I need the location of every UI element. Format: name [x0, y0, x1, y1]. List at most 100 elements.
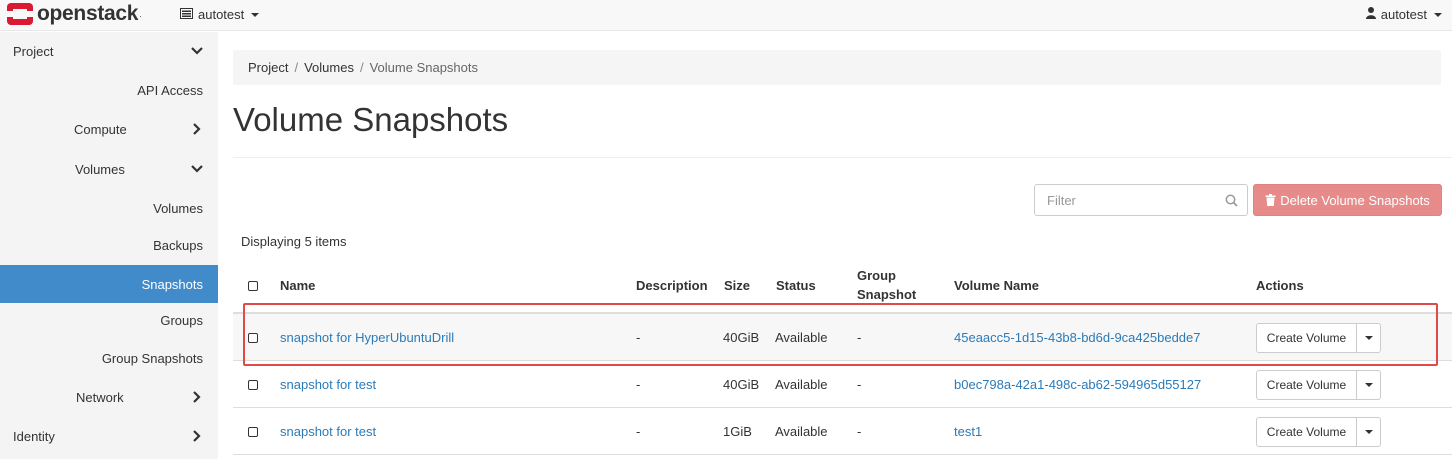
sidebar-item-volumes-group[interactable]: Volumes	[0, 150, 218, 188]
breadcrumb-separator: /	[359, 60, 364, 75]
delete-volume-snapshots-button[interactable]: Delete Volume Snapshots	[1253, 184, 1442, 216]
column-header-description[interactable]: Description	[636, 278, 708, 293]
trash-icon	[1265, 194, 1276, 206]
row-actions: Create Volume	[1256, 370, 1381, 400]
breadcrumb-item-project[interactable]: Project	[248, 60, 288, 75]
column-header-name[interactable]: Name	[280, 278, 315, 293]
column-header-status[interactable]: Status	[776, 278, 816, 293]
group-snapshot-cell: -	[857, 424, 862, 439]
description-cell: -	[636, 330, 641, 345]
sidebar-item-identity[interactable]: Identity	[0, 417, 218, 455]
caret-down-icon	[1364, 336, 1373, 340]
snapshot-name-link[interactable]: snapshot for HyperUbuntuDrill	[280, 314, 454, 361]
row-actions: Create Volume	[1256, 417, 1381, 447]
top-navbar: openstack. autotest autotest	[0, 0, 1452, 31]
sidebar-item-label: Backups	[153, 237, 203, 253]
brand-logo-link[interactable]: openstack.	[6, 2, 141, 26]
user-menu[interactable]: autotest	[1365, 7, 1442, 22]
sidebar-item-label: Identity	[13, 428, 55, 444]
size-cell: 1GiB	[723, 424, 752, 439]
volume-name-link[interactable]: test1	[954, 408, 982, 455]
sidebar-item-label: Network	[76, 389, 124, 405]
item-count: Displaying 5 items	[241, 234, 347, 249]
volume-name-link[interactable]: b0ec798a-42a1-498c-ab62-594965d55127	[954, 361, 1201, 408]
table-row: snapshot for test - 1GiB Available - tes…	[233, 408, 1452, 455]
sidebar-item-group-snapshots[interactable]: Group Snapshots	[0, 339, 218, 377]
row-checkbox[interactable]	[248, 332, 258, 343]
row-actions: Create Volume	[1256, 323, 1381, 353]
sidebar-item-label: API Access	[137, 82, 203, 98]
sidebar-item-label: Project	[13, 43, 54, 59]
status-cell: Available	[775, 377, 828, 392]
breadcrumb-item-volumes[interactable]: Volumes	[304, 60, 354, 75]
row-checkbox[interactable]	[248, 426, 258, 437]
page-title: Volume Snapshots	[233, 101, 509, 138]
project-switcher[interactable]: autotest	[180, 7, 260, 22]
select-all-checkbox[interactable]	[248, 281, 258, 291]
chevron-down-icon	[191, 47, 203, 55]
sidebar-item-label: Volumes	[75, 161, 125, 177]
sidebar-item-project[interactable]: Project	[0, 32, 218, 70]
sidebar-item-groups[interactable]: Groups	[0, 301, 218, 339]
size-cell: 40GiB	[723, 330, 760, 345]
caret-down-icon	[251, 12, 260, 17]
create-volume-button[interactable]: Create Volume	[1256, 323, 1357, 353]
description-cell: -	[636, 377, 641, 392]
row-checkbox[interactable]	[248, 379, 258, 390]
search-icon[interactable]	[1225, 194, 1238, 207]
table-row: snapshot for HyperUbuntuDrill - 40GiB Av…	[233, 314, 1452, 361]
group-snapshot-cell: -	[857, 377, 862, 392]
column-header-size[interactable]: Size	[724, 278, 750, 293]
delete-button-label: Delete Volume Snapshots	[1280, 192, 1430, 208]
chevron-right-icon	[193, 391, 201, 403]
size-cell: 40GiB	[723, 377, 760, 392]
sidebar-item-label: Group Snapshots	[101, 350, 203, 366]
filter-input[interactable]	[1035, 185, 1215, 215]
status-cell: Available	[775, 424, 828, 439]
sidebar-item-label: Compute	[74, 121, 127, 137]
filter-box	[1034, 184, 1248, 216]
column-header-group-snapshot-line2[interactable]: Snapshot	[857, 287, 916, 302]
caret-down-icon	[1364, 430, 1373, 434]
column-header-actions: Actions	[1256, 278, 1304, 293]
sidebar: Project API Access Compute Volumes Volum…	[0, 32, 218, 459]
breadcrumb-separator: /	[294, 60, 299, 75]
actions-dropdown-toggle[interactable]	[1357, 323, 1381, 353]
sidebar-item-volumes[interactable]: Volumes	[0, 189, 218, 227]
brand-mark: .	[139, 9, 142, 19]
sidebar-item-snapshots[interactable]: Snapshots	[0, 265, 218, 303]
user-name: autotest	[1380, 7, 1427, 22]
project-name: autotest	[198, 7, 245, 22]
snapshot-name-link[interactable]: snapshot for test	[280, 408, 376, 455]
sidebar-item-api-access[interactable]: API Access	[0, 71, 218, 109]
sidebar-item-backups[interactable]: Backups	[0, 226, 218, 264]
sidebar-item-label: Groups	[160, 312, 203, 328]
actions-dropdown-toggle[interactable]	[1357, 370, 1381, 400]
chevron-right-icon	[193, 123, 201, 135]
sidebar-item-compute[interactable]: Compute	[0, 110, 218, 148]
brand-name: openstack	[37, 2, 139, 25]
user-icon	[1365, 7, 1376, 22]
title-divider	[233, 157, 1452, 158]
chevron-down-icon	[191, 165, 203, 173]
sidebar-item-label: Volumes	[153, 200, 203, 216]
sidebar-item-network[interactable]: Network	[0, 378, 218, 416]
caret-down-icon	[1434, 12, 1442, 17]
snapshot-name-link[interactable]: snapshot for test	[280, 361, 376, 408]
project-list-icon	[180, 7, 193, 22]
chevron-right-icon	[193, 430, 201, 442]
breadcrumb-item-current: Volume Snapshots	[369, 60, 478, 75]
volume-name-link[interactable]: 45eaacc5-1d15-43b8-bd6d-9ca425bedde7	[954, 314, 1201, 361]
actions-dropdown-toggle[interactable]	[1357, 417, 1381, 447]
column-header-volume-name[interactable]: Volume Name	[954, 278, 1039, 293]
description-cell: -	[636, 424, 641, 439]
caret-down-icon	[1364, 383, 1373, 387]
sidebar-item-label: Snapshots	[141, 276, 203, 292]
status-cell: Available	[775, 330, 828, 345]
create-volume-button[interactable]: Create Volume	[1256, 417, 1357, 447]
column-header-group-snapshot-line1[interactable]: Group	[857, 268, 896, 283]
create-volume-button[interactable]: Create Volume	[1256, 370, 1357, 400]
group-snapshot-cell: -	[857, 330, 862, 345]
breadcrumb: Project / Volumes / Volume Snapshots	[233, 50, 1441, 85]
openstack-logo-icon	[6, 2, 34, 26]
